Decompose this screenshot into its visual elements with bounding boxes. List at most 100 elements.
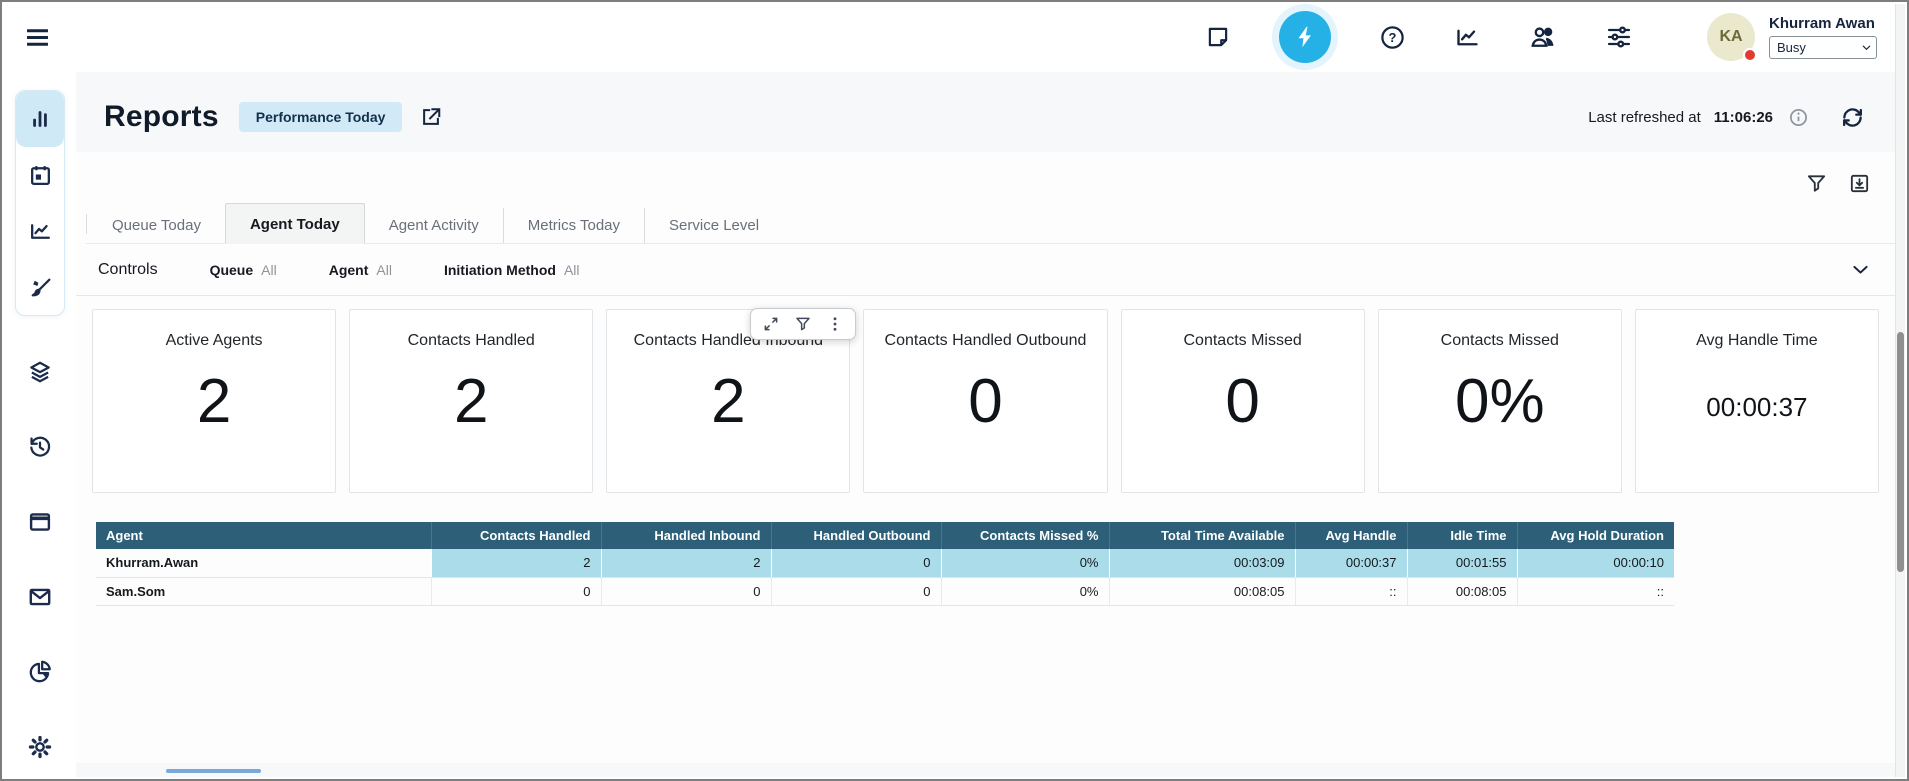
kpi-card-contacts-missed-pct[interactable]: Contacts Missed 0% (1378, 309, 1622, 493)
quick-actions-button[interactable] (1279, 11, 1331, 63)
help-button[interactable]: ? (1379, 24, 1406, 51)
controls-collapse-button[interactable] (1850, 259, 1871, 280)
sidebar-item-analyses[interactable] (16, 203, 64, 259)
col-handled-inbound[interactable]: Handled Inbound (601, 522, 771, 549)
tab-agent-today[interactable]: Agent Today (225, 203, 365, 244)
cell-value: 0% (941, 549, 1109, 577)
table-header-row: Agent Contacts Handled Handled Inbound H… (96, 522, 1674, 549)
card-filter-button[interactable] (794, 315, 812, 333)
horizontal-scrollbar-thumb[interactable] (166, 769, 261, 773)
agent-table: Agent Contacts Handled Handled Inbound H… (96, 522, 1674, 606)
kebab-menu-icon (826, 315, 844, 333)
cell-value: 0 (431, 577, 601, 605)
agents-button[interactable] (1529, 23, 1557, 51)
app-window: ? KA (0, 0, 1909, 781)
mail-icon (27, 584, 53, 610)
kpi-value: 0 (864, 366, 1106, 437)
main-content: Reports Performance Today Last refreshed… (76, 72, 1895, 777)
kpi-card-contacts-handled-outbound[interactable]: Contacts Handled Outbound 0 (863, 309, 1107, 493)
tab-queue-today[interactable]: Queue Today (87, 208, 225, 243)
hamburger-menu-button[interactable] (24, 24, 51, 51)
hamburger-icon (24, 24, 51, 51)
avatar[interactable]: KA (1707, 13, 1755, 61)
table-row[interactable]: Khurram.Awan 2 2 0 0% 00:03:09 00:00:37 … (96, 549, 1674, 577)
panel-download-button[interactable] (1848, 170, 1871, 196)
svg-text:?: ? (1389, 30, 1397, 45)
kpi-cards-row: Active Agents 2 Contacts Handled 2 Conta… (76, 296, 1895, 493)
settings-sliders-button[interactable] (1605, 23, 1633, 51)
col-avg-hold-duration[interactable]: Avg Hold Duration (1517, 522, 1674, 549)
vertical-scrollbar-thumb[interactable] (1897, 332, 1904, 572)
sidebar-item-settings[interactable] (16, 719, 64, 775)
note-icon (1205, 24, 1231, 50)
cell-value: 00:03:09 (1109, 549, 1295, 577)
kpi-value: 00:00:37 (1636, 392, 1878, 423)
bar-chart-icon (27, 106, 53, 132)
open-external-button[interactable] (420, 106, 442, 128)
kpi-card-avg-handle-time[interactable]: Avg Handle Time 00:00:37 (1635, 309, 1879, 493)
external-link-icon (420, 106, 442, 128)
sidebar-item-schedule[interactable] (16, 147, 64, 203)
panel-tools (76, 152, 1895, 196)
col-agent[interactable]: Agent (96, 522, 431, 549)
kpi-card-contacts-handled[interactable]: Contacts Handled 2 (349, 309, 593, 493)
refresh-button[interactable] (1840, 105, 1865, 130)
panel-filter-button[interactable] (1805, 170, 1828, 196)
kpi-card-contacts-handled-inbound[interactable]: Contacts Handled Inbound 2 (606, 309, 850, 493)
last-refreshed-time: 11:06:26 (1714, 109, 1773, 126)
cell-value: :: (1517, 577, 1674, 605)
avatar-initials: KA (1719, 28, 1742, 46)
refresh-info-button[interactable] (1788, 107, 1809, 128)
filter-agent[interactable]: Agent All (329, 262, 392, 278)
filter-funnel-icon (1805, 172, 1828, 195)
report-name-badge: Performance Today (239, 102, 403, 132)
kpi-title: Contacts Handled (350, 332, 592, 350)
tab-metrics-today[interactable]: Metrics Today (503, 208, 644, 243)
sidebar-item-browser[interactable] (16, 494, 64, 550)
tab-service-level[interactable]: Service Level (644, 208, 783, 243)
col-handled-outbound[interactable]: Handled Outbound (771, 522, 941, 549)
kpi-value: 2 (607, 366, 849, 437)
col-contacts-missed-pct[interactable]: Contacts Missed % (941, 522, 1109, 549)
sidebar-item-history[interactable] (16, 419, 64, 475)
top-bar: ? KA (2, 2, 1895, 72)
kpi-value: 0 (1122, 366, 1364, 437)
card-menu-button[interactable] (826, 315, 844, 333)
kpi-title: Avg Handle Time (1636, 332, 1878, 350)
notes-button[interactable] (1205, 24, 1231, 50)
topbar-actions: ? KA (1205, 11, 1877, 63)
vertical-scrollbar[interactable] (1895, 4, 1905, 777)
cell-value: 0 (771, 577, 941, 605)
cell-value: 00:00:10 (1517, 549, 1674, 577)
col-idle-time[interactable]: Idle Time (1407, 522, 1517, 549)
tab-agent-activity[interactable]: Agent Activity (365, 208, 503, 243)
sidebar-item-layers[interactable] (16, 344, 64, 400)
kpi-title: Active Agents (93, 332, 335, 350)
col-total-time-available[interactable]: Total Time Available (1109, 522, 1295, 549)
col-contacts-handled[interactable]: Contacts Handled (431, 522, 601, 549)
filter-queue[interactable]: Queue All (210, 262, 277, 278)
kpi-card-contacts-missed[interactable]: Contacts Missed 0 (1121, 309, 1365, 493)
cell-value: 0% (941, 577, 1109, 605)
metrics-button[interactable] (1454, 24, 1481, 51)
expand-icon (762, 315, 780, 333)
report-tabs: Queue Today Agent Today Agent Activity M… (86, 204, 1895, 244)
kpi-title: Contacts Missed (1379, 332, 1621, 350)
sliders-icon (1605, 23, 1633, 51)
filter-initiation-method[interactable]: Initiation Method All (444, 262, 580, 278)
pie-chart-icon (27, 659, 53, 685)
history-icon (27, 434, 53, 460)
controls-title: Controls (98, 261, 158, 279)
sidebar-item-pie-reports[interactable] (16, 644, 64, 700)
kpi-card-active-agents[interactable]: Active Agents 2 (92, 309, 336, 493)
card-expand-button[interactable] (762, 315, 780, 333)
browser-window-icon (27, 509, 53, 535)
sidebar-item-mail[interactable] (16, 569, 64, 625)
sidebar-item-dashboard[interactable] (16, 91, 64, 147)
sidebar-item-design[interactable] (16, 259, 64, 315)
table-row[interactable]: Sam.Som 0 0 0 0% 00:08:05 :: 00:08:05 :: (96, 577, 1674, 605)
kpi-title: Contacts Missed (1122, 332, 1364, 350)
col-avg-handle[interactable]: Avg Handle (1295, 522, 1407, 549)
status-select[interactable]: Busy (1769, 36, 1877, 59)
page-title: Reports (104, 100, 219, 134)
